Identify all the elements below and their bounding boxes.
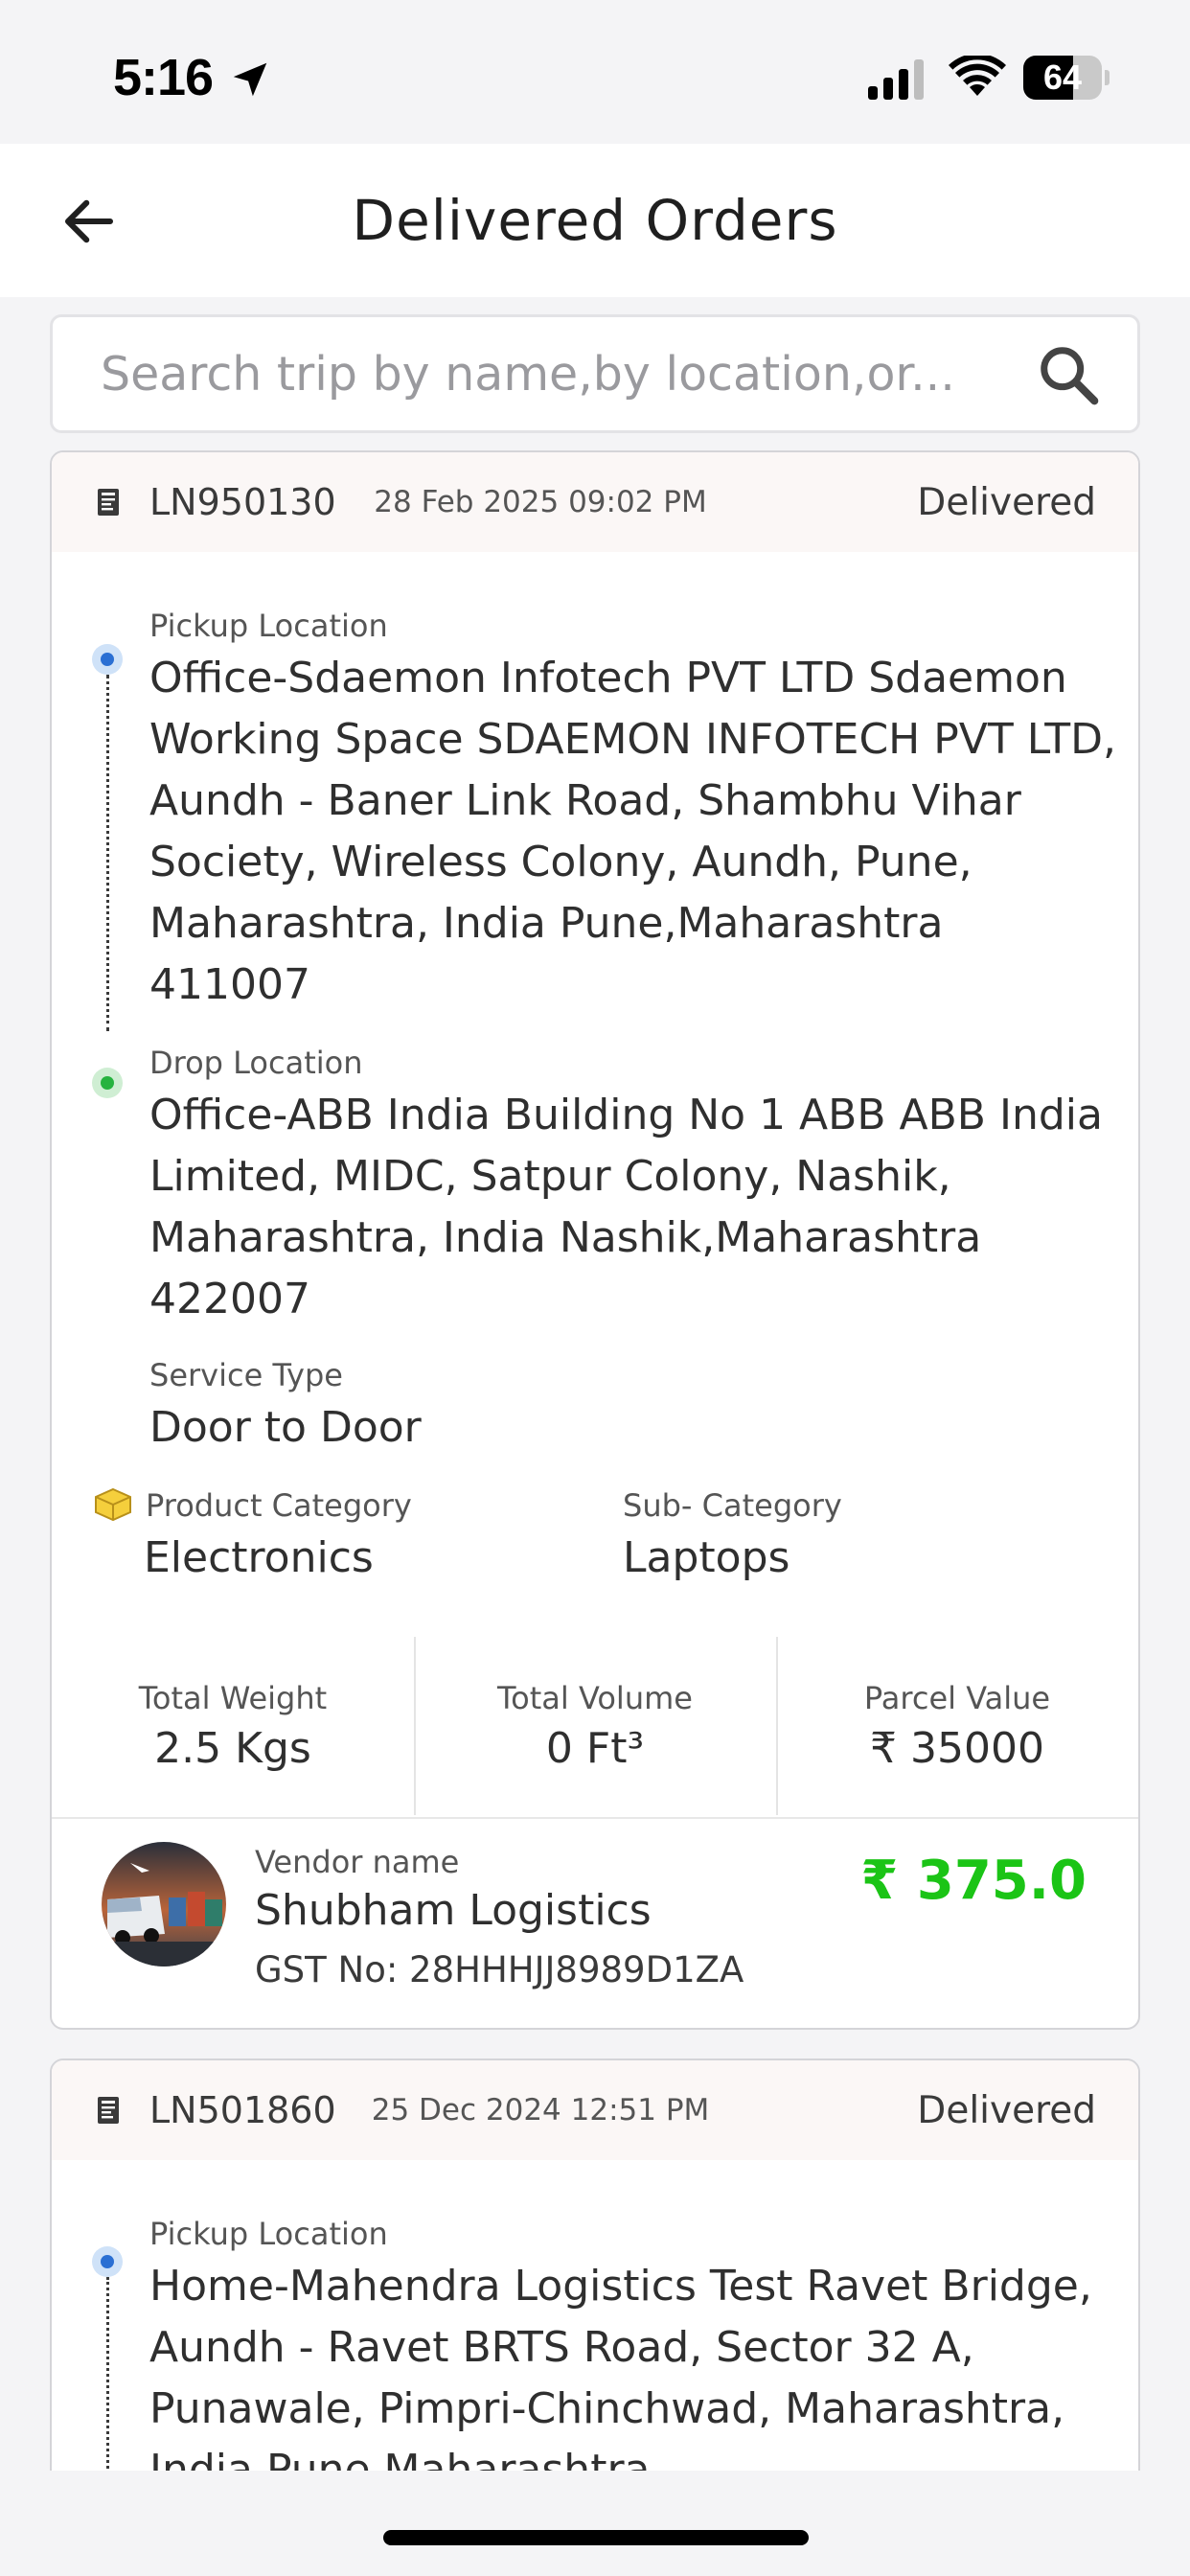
order-status-badge: Delivered <box>917 2088 1096 2132</box>
drop-label: Drop Location <box>149 1045 363 1081</box>
wifi-icon <box>949 56 1006 96</box>
order-id: LN950130 <box>149 481 336 523</box>
vendor-avatar <box>102 1842 226 1966</box>
total-weight-label: Total Weight <box>138 1679 328 1716</box>
total-volume-value: 0 Ft³ <box>545 1723 645 1773</box>
status-bar: 5:16 64 <box>0 0 1190 144</box>
total-weight-value: 2.5 Kgs <box>154 1723 311 1773</box>
route-line <box>106 675 109 1031</box>
battery-icon: 64 <box>1023 56 1110 100</box>
search-bar <box>50 314 1140 433</box>
home-indicator[interactable] <box>383 2530 809 2545</box>
pickup-dot-icon <box>92 644 123 675</box>
order-id: LN501860 <box>149 2089 336 2131</box>
drop-dot-icon <box>92 1068 123 1098</box>
product-category-label: Product Category <box>146 1487 412 1524</box>
order-date: 28 Feb 2025 09:02 PM <box>374 485 707 519</box>
order-card-header: LN501860 25 Dec 2024 12:51 PM Delivered <box>52 2060 1138 2160</box>
order-price: ₹ 375.0 <box>860 1850 1087 1912</box>
battery-percentage: 64 <box>1042 58 1083 97</box>
page-title: Delivered Orders <box>352 188 838 253</box>
sub-category-value: Laptops <box>623 1533 790 1582</box>
cellular-signal-icon <box>868 59 924 100</box>
pickup-label: Pickup Location <box>149 608 388 644</box>
status-time: 5:16 <box>113 49 214 106</box>
pickup-address: Home-Mahendra Logistics Test Ravet Bridg… <box>149 2262 1092 2495</box>
pickup-dot-icon <box>92 2246 123 2277</box>
package-box-icon <box>95 1487 131 1522</box>
product-category-value: Electronics <box>144 1533 374 1582</box>
order-card[interactable]: LN950130 28 Feb 2025 09:02 PM Delivered … <box>50 450 1140 2030</box>
parcel-value-label: Parcel Value <box>863 1679 1051 1716</box>
search-input[interactable] <box>101 317 1049 430</box>
search-icon[interactable] <box>1036 342 1103 409</box>
vendor-name: Shubham Logistics <box>255 1886 652 1935</box>
drop-address: Office-ABB India Building No 1 ABB ABB I… <box>149 1091 1103 1323</box>
bottom-safe-area <box>0 2471 1190 2576</box>
parcel-value-value: ₹ 35000 <box>870 1723 1044 1773</box>
back-arrow-icon[interactable] <box>57 190 121 253</box>
document-icon <box>98 489 119 516</box>
sub-category-label: Sub- Category <box>623 1487 842 1524</box>
gst-number: GST No: 28HHHJJ8989D1ZA <box>255 1949 744 1990</box>
parcel-stats: Total Weight 2.5 Kgs Total Volume 0 Ft³ … <box>52 1637 1138 1815</box>
document-icon <box>98 2097 119 2124</box>
vendor-name-label: Vendor name <box>255 1844 460 1880</box>
service-type-value: Door to Door <box>149 1403 422 1452</box>
order-status-badge: Delivered <box>917 480 1096 524</box>
order-card-header: LN950130 28 Feb 2025 09:02 PM Delivered <box>52 452 1138 552</box>
order-date: 25 Dec 2024 12:51 PM <box>371 2093 710 2128</box>
location-arrow-icon <box>233 62 267 97</box>
pickup-label: Pickup Location <box>149 2216 388 2252</box>
total-volume-label: Total Volume <box>497 1679 693 1716</box>
service-type-label: Service Type <box>149 1357 343 1393</box>
pickup-address: Office-Sdaemon Infotech PVT LTD Sdaemon … <box>149 654 1116 1009</box>
app-header: Delivered Orders <box>0 144 1190 297</box>
